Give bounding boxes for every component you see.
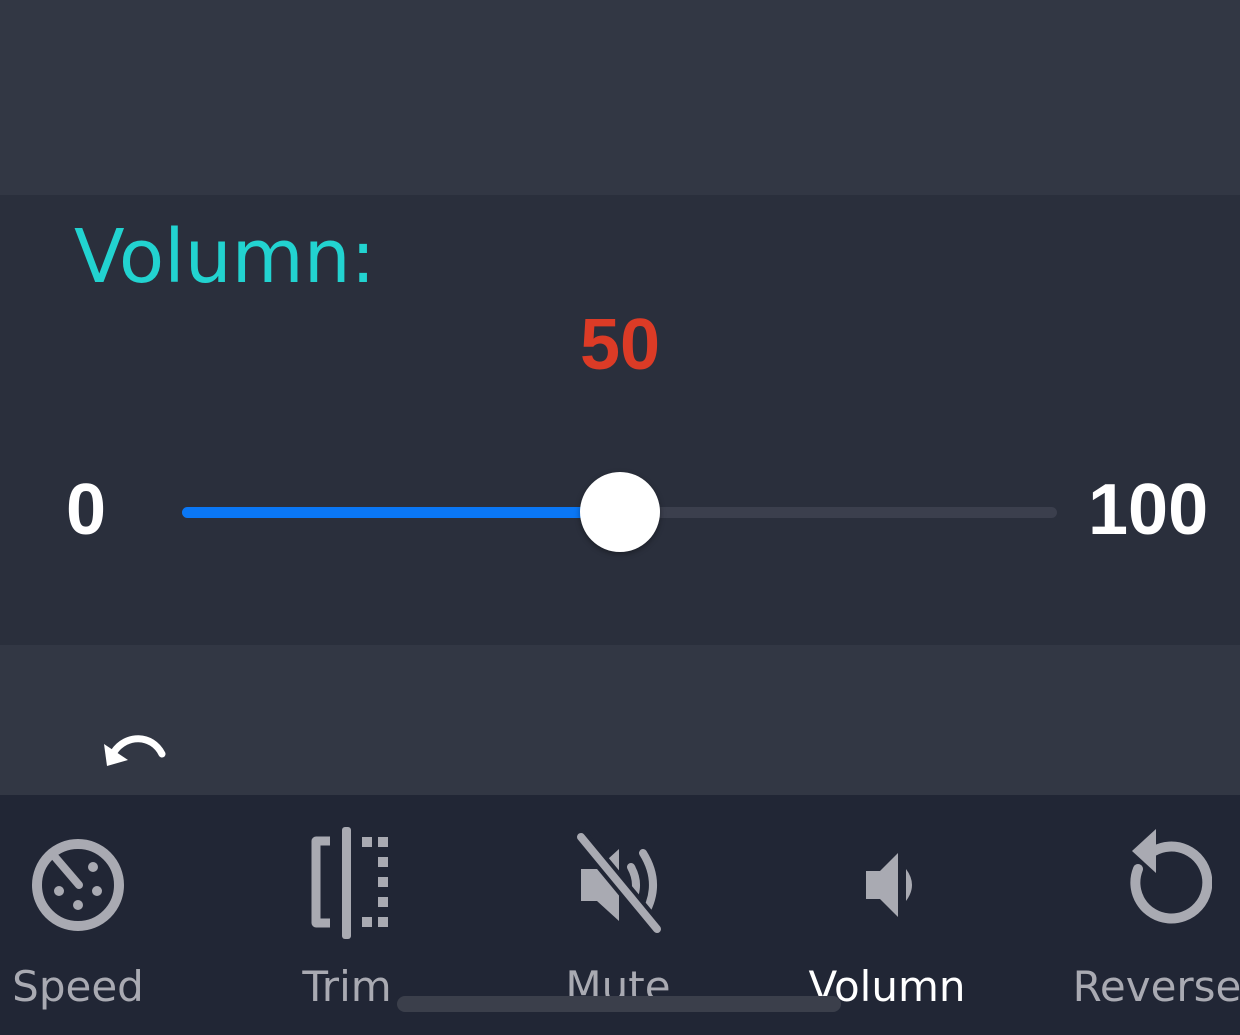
video-preview-area bbox=[0, 0, 1240, 195]
tool-reverse[interactable]: Reverse bbox=[1037, 795, 1240, 1035]
reverse-icon bbox=[1130, 829, 1212, 924]
slider-min-label: 0 bbox=[66, 470, 107, 550]
tool-label: Speed bbox=[12, 962, 144, 1011]
mute-icon bbox=[573, 829, 665, 937]
volume-icon bbox=[866, 853, 912, 917]
trim-icon bbox=[311, 827, 388, 939]
undo-icon bbox=[104, 735, 166, 766]
tool-speed[interactable]: Speed bbox=[0, 795, 198, 1035]
speedometer-icon bbox=[32, 839, 124, 931]
home-indicator bbox=[397, 996, 841, 1012]
volume-value-label: 50 bbox=[579, 305, 661, 385]
undo-button[interactable] bbox=[98, 722, 172, 778]
volume-slider[interactable] bbox=[182, 470, 1057, 554]
volume-panel-title: Volumn: bbox=[74, 214, 376, 300]
slider-fill bbox=[182, 507, 620, 518]
slider-max-label: 100 bbox=[1088, 470, 1209, 550]
slider-thumb[interactable] bbox=[579, 472, 660, 552]
tool-label: Reverse bbox=[1072, 962, 1240, 1011]
